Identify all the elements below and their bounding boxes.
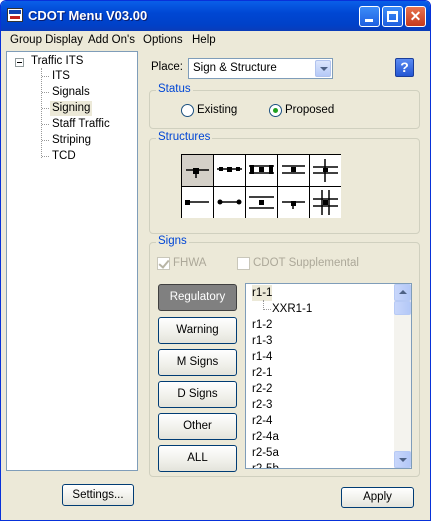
warning-button[interactable]: Warning (158, 317, 237, 344)
structure-post-both-icon[interactable] (214, 187, 245, 218)
tree-item-signing[interactable]: Signing (50, 101, 93, 116)
list-item[interactable]: r2-3 (252, 397, 272, 413)
place-label: Place: (151, 61, 183, 73)
place-select[interactable]: Sign & Structure (188, 58, 333, 79)
minimize-button[interactable] (359, 6, 380, 27)
list-item[interactable]: r2-4a (252, 429, 279, 445)
all-button[interactable]: ALL (158, 445, 237, 472)
list-item[interactable]: r2-5b (252, 461, 279, 468)
tree-root-traffic-its[interactable]: Traffic ITS (31, 55, 83, 67)
settings-button[interactable]: Settings... (62, 484, 134, 506)
list-item[interactable]: XXR1-1 (272, 301, 312, 317)
other-button[interactable]: Other (158, 413, 237, 440)
signs-list[interactable]: r1-1 XXR1-1 r1-2 r1-3 r1-4 r2-1 r2-2 r2-… (245, 283, 412, 469)
proposed-radio[interactable] (269, 104, 282, 117)
cdot-supplemental-checkbox[interactable] (237, 257, 250, 270)
menu-options[interactable]: Options (143, 34, 183, 46)
cdot-supplemental-label: CDOT Supplemental (253, 257, 359, 269)
signs-group-title: Signs (156, 235, 189, 247)
structure-crossroad-icon[interactable] (310, 187, 341, 218)
list-item[interactable]: r1-1 (252, 285, 273, 301)
title-bar[interactable]: CDOT Menu V03.00 ✕ (1, 1, 430, 31)
list-item[interactable]: r2-1 (252, 365, 272, 381)
proposed-label[interactable]: Proposed (285, 104, 334, 116)
structure-bridge-mount-icon[interactable] (278, 155, 309, 186)
category-tree: Traffic ITS ITS Signals Signing Staff Tr… (6, 51, 138, 471)
list-item[interactable]: r1-4 (252, 349, 272, 365)
apply-button[interactable]: Apply (341, 487, 414, 508)
tree-item-tcd[interactable]: TCD (50, 149, 78, 164)
status-group-title: Status (156, 83, 193, 95)
minimize-icon (365, 19, 373, 22)
structure-post-left-icon[interactable] (182, 187, 213, 218)
list-item[interactable]: r2-5a (252, 445, 279, 461)
existing-radio[interactable] (181, 104, 194, 117)
scroll-down-icon[interactable] (394, 451, 411, 468)
structure-span-two-post-icon[interactable] (214, 155, 245, 186)
structure-cross-icon[interactable] (310, 155, 341, 186)
menu-group-display[interactable]: Group Display (10, 34, 83, 46)
tree-item-staff-traffic[interactable]: Staff Traffic (50, 117, 112, 132)
close-button[interactable]: ✕ (405, 6, 426, 27)
scroll-up-icon[interactable] (394, 284, 411, 301)
fhwa-label: FHWA (173, 257, 207, 269)
cdot-menu-window: CDOT Menu V03.00 ✕ Group Display Add On'… (0, 0, 431, 521)
structures-group-title: Structures (156, 131, 213, 143)
menu-help[interactable]: Help (192, 34, 216, 46)
tree-item-signals[interactable]: Signals (50, 85, 92, 100)
structures-grid (181, 154, 341, 218)
menu-bar: Group Display Add On's Options Help (1, 31, 430, 50)
m-signs-button[interactable]: M Signs (158, 349, 237, 376)
scroll-thumb[interactable] (394, 301, 411, 315)
maximize-button[interactable] (382, 6, 403, 27)
window-title: CDOT Menu V03.00 (28, 8, 148, 23)
regulatory-button[interactable]: Regulatory (158, 284, 237, 311)
signs-list-scrollbar[interactable] (394, 284, 411, 468)
structure-cantilever-left-icon[interactable] (182, 155, 213, 186)
tree-item-its[interactable]: ITS (50, 69, 72, 84)
app-icon[interactable] (7, 8, 23, 22)
structure-post-offset-icon[interactable] (278, 187, 309, 218)
tree-item-striping[interactable]: Striping (50, 133, 93, 148)
existing-label[interactable]: Existing (197, 104, 237, 116)
place-value: Sign & Structure (193, 62, 277, 74)
help-icon[interactable]: ? (395, 58, 414, 77)
structure-span-double-icon[interactable] (246, 155, 277, 186)
list-item[interactable]: r2-2 (252, 381, 272, 397)
fhwa-checkbox[interactable] (157, 257, 170, 270)
d-signs-button[interactable]: D Signs (158, 381, 237, 408)
list-item[interactable]: r1-3 (252, 333, 272, 349)
menu-add-ons[interactable]: Add On's (88, 34, 135, 46)
list-item[interactable]: r1-2 (252, 317, 272, 333)
maximize-icon (387, 11, 398, 22)
list-item[interactable]: r2-4 (252, 413, 272, 429)
collapse-toggle-icon[interactable] (15, 58, 24, 67)
structure-post-center-icon[interactable] (246, 187, 277, 218)
close-icon: ✕ (409, 8, 422, 24)
chevron-down-icon[interactable] (315, 60, 331, 77)
